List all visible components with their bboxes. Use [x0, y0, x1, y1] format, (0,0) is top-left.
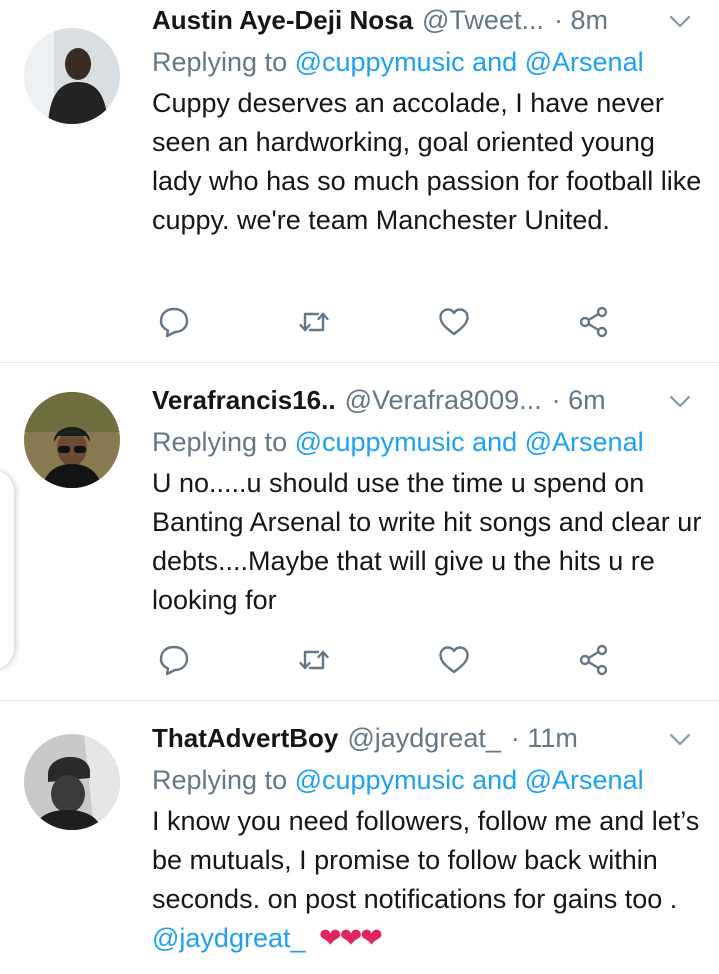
avatar[interactable] — [24, 28, 120, 124]
display-name[interactable]: Verafrancis16.. — [152, 380, 336, 420]
username-handle[interactable]: @jaydgreat_ — [347, 718, 501, 758]
tweet-actions — [152, 304, 672, 344]
timestamp: · 8m — [553, 5, 608, 35]
replying-to: Replying to @cuppymusic and @Arsenal — [152, 760, 644, 800]
avatar[interactable] — [24, 734, 120, 830]
username-handle[interactable]: @Verafra8009... — [345, 380, 542, 420]
replying-to-mentions[interactable]: @cuppymusic and @Arsenal — [295, 427, 644, 457]
divider — [0, 362, 719, 363]
replying-to-mentions[interactable]: @cuppymusic and @Arsenal — [295, 765, 644, 795]
replying-to-mentions[interactable]: @cuppymusic and @Arsenal — [295, 47, 644, 77]
timestamp: · 6m — [551, 385, 606, 415]
reply-icon[interactable] — [156, 642, 192, 678]
tweet-text: Cuppy deserves an accolade, I have never… — [152, 88, 702, 235]
tweet-text-content: I know you need followers, follow me and… — [152, 806, 700, 914]
chevron-down-icon[interactable] — [667, 388, 693, 414]
username-handle[interactable]: @Tweet... — [422, 0, 544, 40]
display-name[interactable]: ThatAdvertBoy — [152, 718, 338, 758]
reply-icon[interactable] — [156, 304, 192, 340]
share-icon[interactable] — [576, 304, 612, 340]
replying-to-label: Replying to — [152, 47, 288, 77]
retweet-icon[interactable] — [296, 304, 332, 340]
retweet-icon[interactable] — [296, 642, 332, 678]
replying-to: Replying to @cuppymusic and @Arsenal — [152, 422, 644, 462]
heart-icon[interactable] — [436, 642, 472, 678]
chevron-down-icon[interactable] — [667, 726, 693, 752]
replying-to-label: Replying to — [152, 427, 288, 457]
side-panel-edge — [0, 470, 14, 670]
tweet-text: I know you need followers, follow me and… — [152, 802, 708, 958]
replying-to: Replying to @cuppymusic and @Arsenal — [152, 42, 644, 82]
share-icon[interactable] — [576, 642, 612, 678]
timestamp: · 11m — [510, 723, 578, 753]
chevron-down-icon[interactable] — [667, 8, 693, 34]
heart-icon[interactable] — [436, 304, 472, 340]
heart-emoji: ❤❤❤ — [319, 923, 383, 953]
tweet-text: U no.....u should use the time u spend o… — [152, 468, 702, 615]
tweet-actions — [152, 642, 672, 682]
avatar[interactable] — [24, 392, 120, 488]
divider — [0, 700, 719, 701]
display-name[interactable]: Austin Aye-Deji Nosa — [152, 0, 413, 40]
tweet-mention[interactable]: @jaydgreat_ — [152, 923, 306, 953]
replying-to-label: Replying to — [152, 765, 288, 795]
